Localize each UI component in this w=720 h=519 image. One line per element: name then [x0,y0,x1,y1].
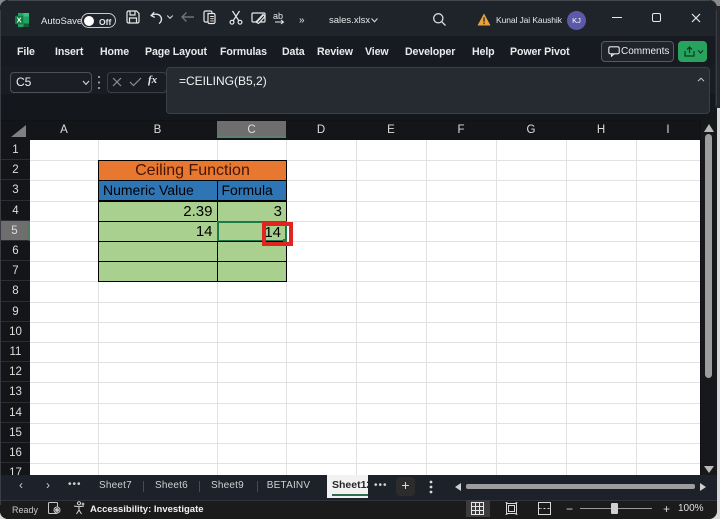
svg-text:X: X [17,16,22,25]
